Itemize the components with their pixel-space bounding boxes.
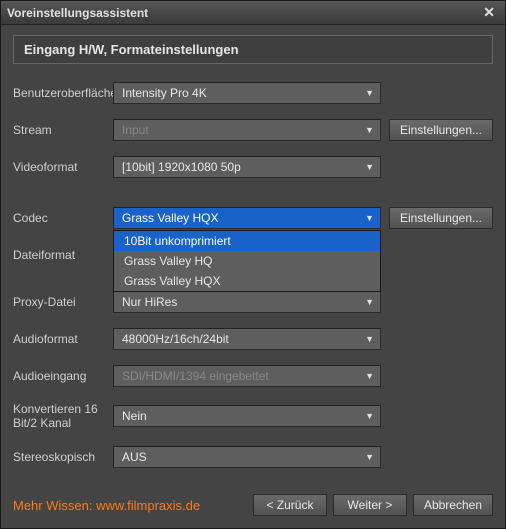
- dropdown-codec-option[interactable]: 10Bit unkomprimiert: [114, 231, 380, 251]
- dropdown-codec-list: 10Bit unkomprimiertGrass Valley HQGrass …: [113, 230, 381, 292]
- chevron-down-icon: ▼: [365, 334, 374, 344]
- settings-button-stream[interactable]: Einstellungen...: [389, 119, 493, 141]
- row-proxy: Proxy-Datei Nur HiRes ▼: [13, 291, 493, 313]
- dropdown-konvertieren[interactable]: Nein ▼: [113, 405, 381, 427]
- dropdown-ui[interactable]: Intensity Pro 4K ▼: [113, 82, 381, 104]
- dropdown-proxy[interactable]: Nur HiRes ▼: [113, 291, 381, 313]
- dropdown-audioeingang-value: SDI/HDMI/1394 eingebettet: [122, 369, 269, 383]
- dropdown-videoformat[interactable]: [10bit] 1920x1080 50p ▼: [113, 156, 381, 178]
- row-codec: Codec Grass Valley HQX ▼ 10Bit unkomprim…: [13, 207, 493, 229]
- chevron-down-icon: ▼: [365, 411, 374, 421]
- dropdown-stereo-value: AUS: [122, 450, 147, 464]
- dropdown-konvertieren-value: Nein: [122, 409, 147, 423]
- dropdown-videoformat-value: [10bit] 1920x1080 50p: [122, 160, 241, 174]
- dropdown-audioeingang: SDI/HDMI/1394 eingebettet ▼: [113, 365, 381, 387]
- window-title: Voreinstellungsassistent: [7, 6, 148, 20]
- label-audioformat: Audioformat: [13, 332, 113, 346]
- footer-buttons: < Zurück Weiter > Abbrechen: [253, 494, 493, 516]
- dropdown-proxy-value: Nur HiRes: [122, 295, 177, 309]
- settings-button-codec[interactable]: Einstellungen...: [389, 207, 493, 229]
- dropdown-codec[interactable]: Grass Valley HQX ▼ 10Bit unkomprimiertGr…: [113, 207, 381, 229]
- dropdown-codec-option[interactable]: Grass Valley HQX: [114, 271, 380, 291]
- content-area: Eingang H/W, Formateinstellungen Benutze…: [1, 25, 505, 484]
- dropdown-ui-value: Intensity Pro 4K: [122, 86, 207, 100]
- row-audioeingang: Audioeingang SDI/HDMI/1394 eingebettet ▼: [13, 365, 493, 387]
- label-stream: Stream: [13, 123, 113, 137]
- chevron-down-icon: ▼: [365, 125, 374, 135]
- row-konvertieren: Konvertieren 16 Bit/2 Kanal Nein ▼: [13, 402, 493, 431]
- row-audioformat: Audioformat 48000Hz/16ch/24bit ▼: [13, 328, 493, 350]
- titlebar: Voreinstellungsassistent ✕: [1, 1, 505, 25]
- footer-link: Mehr Wissen: www.filmpraxis.de: [13, 498, 200, 513]
- chevron-down-icon: ▼: [365, 162, 374, 172]
- dropdown-audioformat-value: 48000Hz/16ch/24bit: [122, 332, 229, 346]
- footer-url[interactable]: www.filmpraxis.de: [96, 498, 200, 513]
- label-videoformat: Videoformat: [13, 160, 113, 174]
- label-stereo: Stereoskopisch: [13, 450, 113, 464]
- label-dateiformat: Dateiformat: [13, 248, 113, 262]
- label-codec: Codec: [13, 211, 113, 225]
- section-header: Eingang H/W, Formateinstellungen: [13, 35, 493, 64]
- row-stream: Stream Input ▼ Einstellungen...: [13, 119, 493, 141]
- next-button[interactable]: Weiter >: [333, 494, 407, 516]
- row-stereo: Stereoskopisch AUS ▼: [13, 446, 493, 468]
- label-ui: Benutzeroberfläche: [13, 86, 113, 100]
- label-audioeingang: Audioeingang: [13, 369, 113, 383]
- dialog-window: Voreinstellungsassistent ✕ Eingang H/W, …: [0, 0, 506, 529]
- dropdown-codec-value: Grass Valley HQX: [122, 211, 218, 225]
- label-konvertieren: Konvertieren 16 Bit/2 Kanal: [13, 402, 113, 431]
- footer-prefix: Mehr Wissen:: [13, 498, 96, 513]
- label-proxy: Proxy-Datei: [13, 295, 113, 309]
- chevron-down-icon: ▼: [365, 371, 374, 381]
- chevron-down-icon: ▼: [365, 213, 374, 223]
- close-icon[interactable]: ✕: [479, 4, 499, 21]
- dropdown-codec-option[interactable]: Grass Valley HQ: [114, 251, 380, 271]
- chevron-down-icon: ▼: [365, 297, 374, 307]
- dropdown-audioformat[interactable]: 48000Hz/16ch/24bit ▼: [113, 328, 381, 350]
- chevron-down-icon: ▼: [365, 452, 374, 462]
- dropdown-stereo[interactable]: AUS ▼: [113, 446, 381, 468]
- dropdown-stream-value: Input: [122, 123, 149, 137]
- row-ui: Benutzeroberfläche Intensity Pro 4K ▼: [13, 82, 493, 104]
- chevron-down-icon: ▼: [365, 88, 374, 98]
- footer: Mehr Wissen: www.filmpraxis.de < Zurück …: [1, 484, 505, 528]
- cancel-button[interactable]: Abbrechen: [413, 494, 493, 516]
- row-videoformat: Videoformat [10bit] 1920x1080 50p ▼: [13, 156, 493, 178]
- back-button[interactable]: < Zurück: [253, 494, 327, 516]
- dropdown-stream: Input ▼: [113, 119, 381, 141]
